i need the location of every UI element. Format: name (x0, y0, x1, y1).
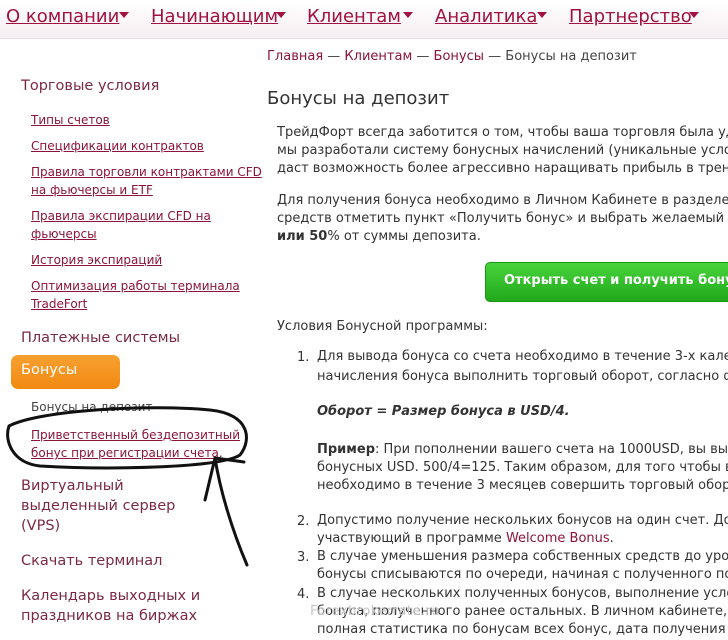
sidebar-section-download-terminal[interactable]: Скачать терминал (21, 551, 162, 571)
breadcrumb-home[interactable]: Главная (267, 49, 323, 64)
chevron-down-icon[interactable] (403, 12, 413, 18)
sidebar-link-expiration-history[interactable]: История экспираций (31, 251, 162, 269)
para2-line-2: средств отметить пункт «Получить бонус» … (277, 211, 728, 226)
welcome-bonus-link[interactable]: Welcome Bonus (506, 531, 610, 546)
list-number: 3. (297, 550, 310, 565)
list-item-4-line-3: полная статистика по бонусам всех бонус,… (317, 622, 726, 637)
open-account-bonus-button[interactable]: Открыть счет и получить бонус! (485, 262, 728, 302)
watermark: Forexbrokerrate.ru (310, 604, 441, 619)
intro-line-2: мы разработали систему бонусных начислен… (277, 143, 728, 158)
list-number: 1. (297, 350, 310, 365)
breadcrumb-clients[interactable]: Клиентам (344, 49, 412, 64)
nav-analytics[interactable]: Аналитика (435, 6, 537, 27)
nav-about[interactable]: О компании (6, 6, 119, 27)
sidebar-section-payment-systems[interactable]: Платежные системы (21, 328, 180, 348)
sidebar-section-vps-line3[interactable]: (VPS) (21, 516, 60, 536)
example-text: : При пополнении вашего счета на 1000USD… (375, 442, 728, 457)
para2-rest: % от суммы депозита. (327, 229, 481, 244)
sidebar-section-vps[interactable]: Виртуальный (21, 476, 124, 496)
list-item-2-period: . (609, 531, 614, 546)
chevron-down-icon[interactable] (276, 12, 286, 18)
sidebar-link-deposit-bonuses[interactable]: Бонусы на депозит (31, 400, 152, 414)
sidebar-link-contract-specs[interactable]: Спецификации контрактов (31, 137, 204, 155)
sidebar-link-cfd-rules-line2[interactable]: на фьючерсы и ETF (31, 181, 153, 199)
sidebar-link-expiration-rules-line2[interactable]: фьючерсы (31, 225, 97, 243)
nav-clients[interactable]: Клиентам (307, 6, 401, 27)
list-number: 2. (297, 514, 310, 529)
para2-line-3: или 50% от суммы депозита. (277, 227, 481, 247)
sidebar-link-terminal-optimization[interactable]: Оптимизация работы терминала (31, 277, 240, 295)
breadcrumb-separator: — (323, 49, 345, 64)
example-line-3: необходимо в течение 3 месяцев совершить… (317, 478, 728, 493)
example-label: Пример (317, 442, 376, 457)
list-item-2-text: участвующий в программе (317, 531, 506, 546)
list-number: 4. (297, 587, 310, 602)
chevron-down-icon[interactable] (537, 12, 547, 18)
list-item-3-line-2: бонусы списываются по очереди, начиная с… (317, 567, 728, 582)
nav-beginners[interactable]: Начинающим (151, 6, 278, 27)
sidebar-section-holiday-calendar-line2[interactable]: праздников на биржах (21, 606, 197, 626)
intro-line-3: даст возможность более агрессивно наращи… (277, 161, 728, 176)
conditions-title: Условия Бонусной программы: (277, 319, 488, 334)
para2-text: Для получения бонуса необходимо в Личном… (277, 193, 728, 208)
page-title: Бонусы на депозит (267, 88, 450, 109)
sidebar-link-account-types[interactable]: Типы счетов (31, 111, 110, 129)
top-navigation: О компании Начинающим Клиентам Аналитика… (0, 0, 728, 39)
list-item-1-line-2: начисления бонуса выполнить торговый обо… (317, 369, 728, 384)
breadcrumb: Главная — Клиентам — Бонусы — Бонусы на … (267, 49, 637, 64)
breadcrumb-separator: — (484, 49, 506, 64)
sidebar-link-cfd-rules[interactable]: Правила торговли контрактами CFD (31, 163, 262, 181)
sidebar-section-holiday-calendar[interactable]: Календарь выходных и (21, 586, 200, 606)
para2-line-1: Для получения бонуса необходимо в Личном… (277, 191, 728, 211)
sidebar-section-bonuses-label: Бонусы (21, 362, 78, 378)
chevron-down-icon[interactable] (119, 12, 129, 18)
breadcrumb-current: Бонусы на депозит (505, 49, 637, 64)
breadcrumb-separator: — (412, 49, 434, 64)
sidebar-section-bonuses-active[interactable]: Бонусы (11, 355, 120, 389)
sidebar-link-terminal-optimization-line2[interactable]: TradeFort (31, 295, 87, 313)
list-item-3-line-1: В случае уменьшения размера собственных … (317, 549, 728, 564)
para2-bold: или 50 (277, 229, 328, 244)
intro-line-1: ТрейдФорт всегда заботится о том, чтобы … (277, 125, 728, 140)
sidebar-section-vps-line2[interactable]: выделенный сервер (21, 496, 175, 516)
sidebar-section-trading-conditions[interactable]: Торговые условия (21, 76, 159, 96)
sidebar-link-expiration-rules[interactable]: Правила экспирации CFD на (31, 207, 211, 225)
breadcrumb-bonuses[interactable]: Бонусы (434, 49, 484, 64)
list-item-4-line-1: В случае нескольких полученных бонусов, … (317, 586, 728, 601)
sidebar-link-welcome-bonus-line2[interactable]: бонус при регистрации счета. (31, 444, 223, 462)
list-item-2-line-2: участвующий в программе Welcome Bonus. (317, 529, 614, 549)
open-account-bonus-label: Открыть счет и получить бонус! (504, 273, 728, 288)
chevron-down-icon[interactable] (689, 12, 699, 18)
nav-partnership[interactable]: Партнерство (569, 6, 692, 27)
example-line-2: бонусных USD. 500/4=125. Таким образом, … (317, 460, 728, 475)
list-item-1-line-1: Для вывода бонуса со счета необходимо в … (317, 349, 728, 364)
example-line-1: Пример: При пополнении вашего счета на 1… (317, 440, 728, 460)
list-item-2-line-1: Допустимо получение нескольких бонусов н… (317, 513, 728, 528)
sidebar-link-welcome-bonus[interactable]: Приветственный бездепозитный (31, 426, 240, 444)
formula-text: Оборот = Размер бонуса в USD/4. (317, 404, 570, 419)
